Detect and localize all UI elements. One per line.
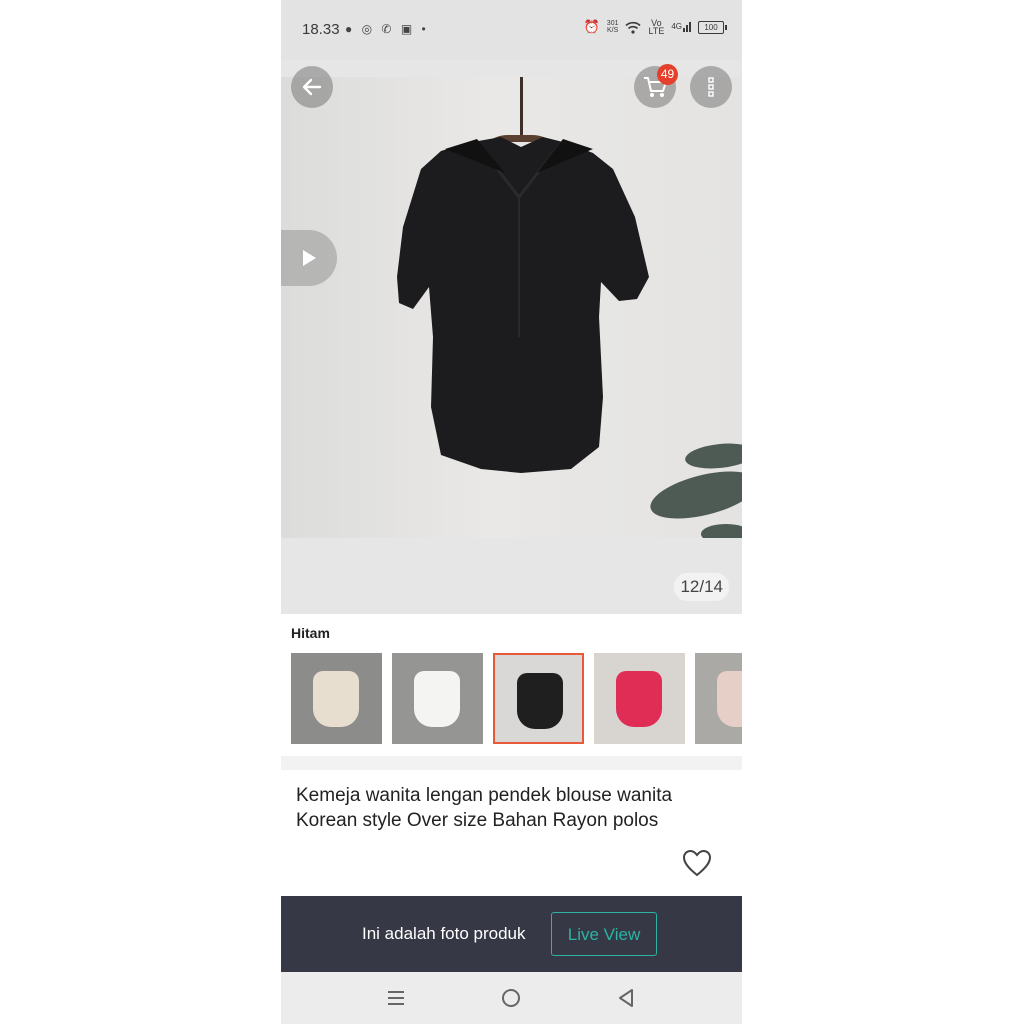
status-right: ⏰ 301 K/S Vo LTE 4G 100 [583, 18, 727, 36]
home-icon [502, 989, 520, 1007]
image-counter: 12/14 [674, 573, 729, 601]
dot-icon: • [421, 22, 429, 36]
instagram-icon: ▣ [400, 22, 416, 36]
play-icon [303, 250, 316, 266]
variant-thumb-cream[interactable] [291, 653, 382, 744]
signal-icon: 4G [671, 22, 691, 32]
variant-thumbnails [291, 653, 742, 744]
variant-selector: Hitam [281, 614, 742, 756]
play-video-button[interactable] [281, 230, 337, 286]
cart-button[interactable]: 49 [634, 64, 678, 108]
more-options-button[interactable] [690, 66, 732, 108]
product-photo[interactable] [281, 77, 742, 538]
notification-icons: ● ◎ ✆ ▣ • [345, 22, 429, 36]
wishlist-button[interactable] [681, 848, 715, 882]
cart-count-badge: 49 [657, 64, 678, 85]
variant-thumb-beige[interactable] [695, 653, 742, 744]
selected-variant-label: Hitam [291, 625, 330, 641]
call-icon: ✆ [381, 22, 395, 36]
system-navbar [281, 972, 742, 1024]
back-icon [619, 989, 633, 1007]
more-vertical-icon [708, 77, 714, 97]
heart-icon [682, 849, 712, 877]
arrow-left-icon [302, 78, 322, 96]
product-title: Kemeja wanita lengan pendek blouse wanit… [296, 785, 673, 831]
home-button[interactable] [499, 986, 523, 1010]
menu-icon [388, 991, 404, 1005]
alarm-icon: ⏰ [583, 19, 600, 34]
status-bar: 18.33 ● ◎ ✆ ▣ • ⏰ 301 K/S Vo LTE 4G 100 [281, 0, 742, 60]
live-view-button[interactable]: Live View [551, 912, 657, 956]
battery-icon: 100 [698, 20, 727, 34]
status-time: 18.33 [302, 21, 340, 38]
nav-back-button[interactable] [614, 986, 638, 1010]
section-divider [281, 756, 742, 770]
whatsapp-icon: ◎ [361, 22, 376, 36]
recent-apps-button[interactable] [384, 986, 408, 1010]
variant-thumb-white[interactable] [392, 653, 483, 744]
wifi-icon [625, 21, 642, 34]
banner-text: Ini adalah foto produk [362, 924, 526, 943]
variant-thumb-pink[interactable] [594, 653, 685, 744]
net-speed: 301 K/S [606, 20, 619, 34]
variant-thumb-black[interactable] [493, 653, 584, 744]
chat-icon: ● [345, 22, 356, 36]
volte-indicator: Vo LTE [648, 18, 665, 36]
product-gallery[interactable]: 49 12/14 [281, 60, 742, 614]
phone-screen: 18.33 ● ◎ ✆ ▣ • ⏰ 301 K/S Vo LTE 4G 100 … [281, 0, 742, 1024]
plant-leaf [701, 524, 742, 538]
live-view-banner: Ini adalah foto produk Live View [281, 896, 742, 972]
back-button[interactable] [291, 66, 333, 108]
black-shirt-image [397, 137, 649, 473]
